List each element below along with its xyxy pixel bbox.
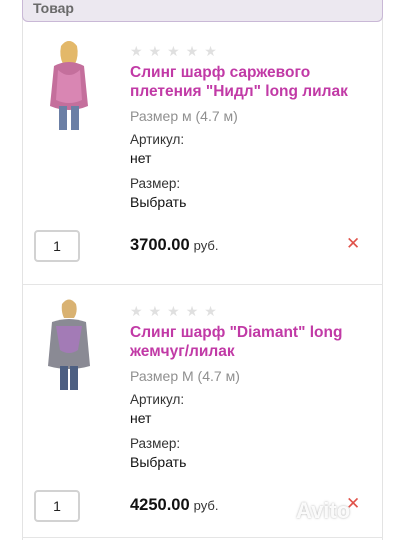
size-label: Размер:: [130, 436, 181, 451]
size-note: Размер м (4.7 м): [130, 108, 238, 124]
cart-header: Товар: [22, 0, 383, 22]
close-icon[interactable]: ✕: [346, 234, 360, 254]
size-select[interactable]: Выбрать: [130, 454, 186, 470]
watermark-text: Avito: [296, 498, 351, 523]
product-title[interactable]: Слинг шарф саржевого плетения "Нидл" lon…: [130, 63, 376, 101]
divider: [22, 537, 383, 538]
star-icon[interactable]: ★: [186, 304, 199, 318]
product-image[interactable]: [36, 36, 102, 134]
star-icon[interactable]: ★: [167, 304, 180, 318]
cart-header-title: Товар: [33, 0, 74, 16]
star-icon[interactable]: ★: [149, 44, 162, 58]
article-value: нет: [130, 150, 152, 166]
star-icon[interactable]: ★: [186, 44, 199, 58]
quantity-input[interactable]: 1: [34, 490, 80, 522]
price: 4250.00 руб.: [130, 496, 218, 515]
star-icon[interactable]: ★: [167, 44, 180, 58]
size-label: Размер:: [130, 176, 181, 191]
star-icon[interactable]: ★: [149, 304, 162, 318]
star-icon[interactable]: ★: [130, 304, 143, 318]
star-icon[interactable]: ★: [204, 304, 217, 318]
product-image[interactable]: [36, 296, 102, 394]
currency: руб.: [193, 238, 219, 253]
size-select[interactable]: Выбрать: [130, 194, 186, 210]
watermark-logo: Avito: [296, 498, 350, 524]
rating-stars[interactable]: ★ ★ ★ ★ ★: [130, 304, 217, 318]
quantity-input[interactable]: 1: [34, 230, 80, 262]
divider: [22, 284, 383, 285]
currency: руб.: [193, 498, 219, 513]
size-note: Размер М (4.7 м): [130, 368, 240, 384]
article-label: Артикул:: [130, 132, 185, 147]
product-title[interactable]: Слинг шарф "Diamant" long жемчуг/лилак: [130, 323, 376, 361]
article-label: Артикул:: [130, 392, 185, 407]
star-icon[interactable]: ★: [204, 44, 217, 58]
price-value: 4250.00: [130, 496, 190, 514]
rating-stars[interactable]: ★ ★ ★ ★ ★: [130, 44, 217, 58]
star-icon[interactable]: ★: [130, 44, 143, 58]
price-value: 3700.00: [130, 236, 190, 254]
price: 3700.00 руб.: [130, 236, 218, 255]
article-value: нет: [130, 410, 152, 426]
cart-item: ★ ★ ★ ★ ★ Слинг шарф саржевого плетения …: [22, 26, 383, 276]
